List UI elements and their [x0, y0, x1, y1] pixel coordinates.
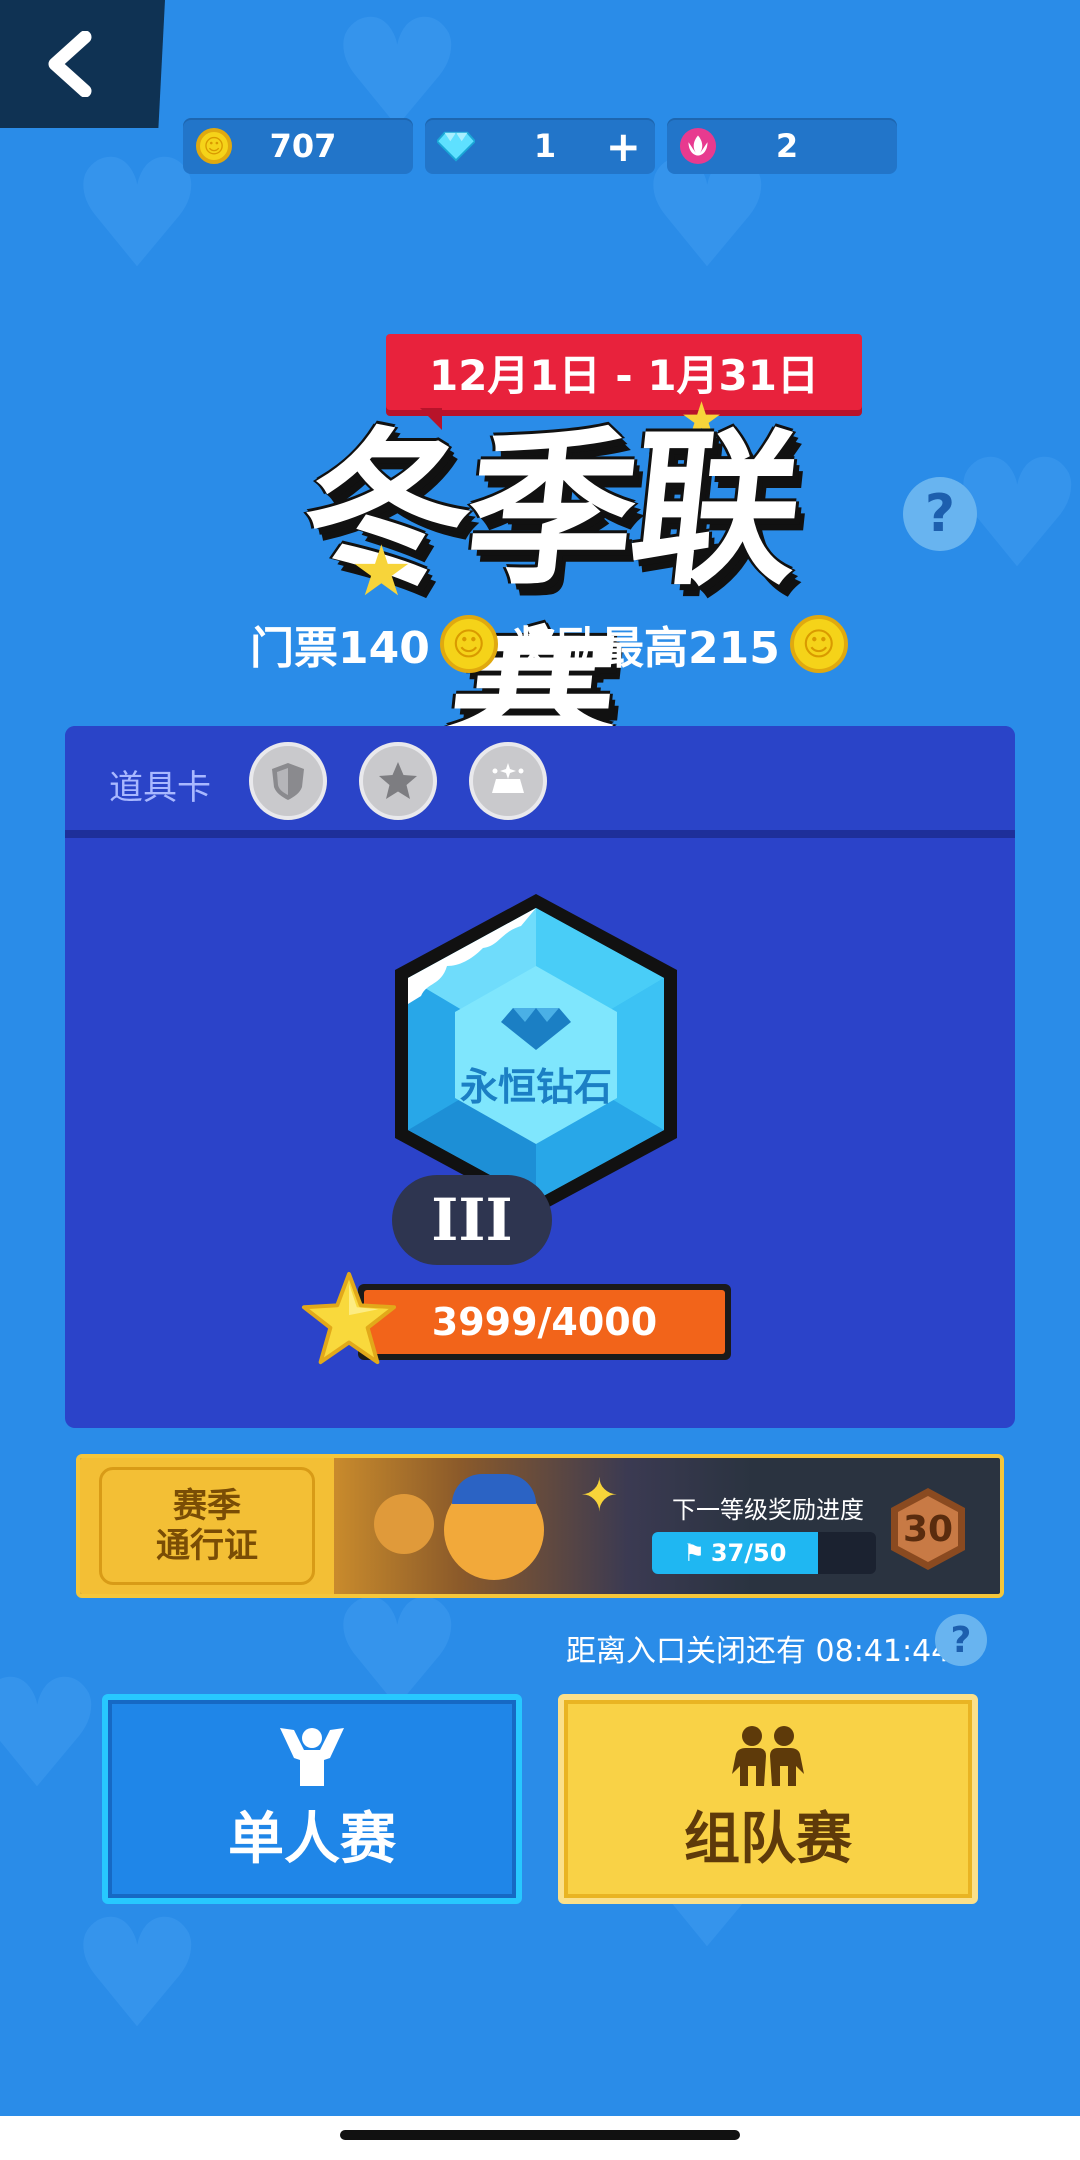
team-icon: [732, 1725, 804, 1786]
sparkle-icon: ✦: [580, 1468, 619, 1522]
season-pass-ticket: 赛季 通行证: [80, 1458, 334, 1594]
shield-card-button[interactable]: [249, 742, 327, 820]
heart-decoration: ♥: [0, 1648, 105, 1822]
diamond-icon: [437, 127, 475, 165]
pass-progress-bar: ⚑ 37/50: [652, 1532, 876, 1574]
season-pass-banner[interactable]: 赛季 通行证 ✦ 下一等级奖励进度 ⚑ 37/50 30: [76, 1454, 1004, 1598]
pass-level-number: 30: [902, 1508, 954, 1550]
rank-badge: 永恒钻石: [395, 894, 677, 1214]
max-reward: 奖励最高215: [512, 612, 848, 676]
star-card-button[interactable]: [359, 742, 437, 820]
back-button[interactable]: [0, 0, 165, 128]
flag-icon: ⚑: [683, 1539, 705, 1567]
character-face: [374, 1494, 434, 1554]
crown-sparkle-icon: [492, 763, 524, 793]
team-match-button[interactable]: 组队赛: [558, 1694, 978, 1904]
date-ribbon: 12月1日 - 1月31日: [386, 334, 862, 410]
coin-counter: 707: [183, 118, 413, 174]
star-icon: [379, 762, 417, 799]
prop-cards-bar: 道具卡: [65, 726, 1015, 838]
season-pass-line1: 赛季: [173, 1486, 241, 1526]
coin-amount: 707: [269, 127, 337, 165]
ticket-cost: 门票140: [250, 612, 498, 676]
heart-decoration: ♥: [70, 1888, 205, 2062]
rank-progress-bar: 3999/4000: [358, 1284, 731, 1360]
next-reward-label: 下一等级奖励进度: [672, 1496, 864, 1524]
coin-icon: [439, 615, 498, 673]
team-match-label: 组队赛: [684, 1806, 852, 1872]
season-pass-line2: 通行证: [156, 1526, 258, 1566]
pass-progress-fill: ⚑ 37/50: [652, 1532, 818, 1574]
shield-icon: [272, 763, 304, 800]
rank-tier: III: [392, 1175, 552, 1265]
flower-counter: 2: [667, 118, 897, 174]
rank-name: 永恒钻石: [460, 1065, 612, 1109]
prop-cards-label: 道具卡: [109, 768, 211, 808]
home-indicator[interactable]: [340, 2130, 740, 2140]
rank-progress-fill: 3999/4000: [364, 1290, 725, 1354]
crown-card-button[interactable]: [469, 742, 547, 820]
character-bandana: [452, 1474, 536, 1504]
solo-match-label: 单人赛: [228, 1806, 396, 1872]
sparkle-icon: ★: [350, 530, 413, 612]
star-icon: [301, 1271, 397, 1365]
flower-icon: [679, 127, 717, 165]
ticket-cost-label: 门票140: [250, 623, 430, 674]
coin-icon: [789, 615, 848, 673]
flower-amount: 2: [775, 127, 799, 165]
chevron-left-icon: [48, 31, 91, 97]
rank-progress-text: 3999/4000: [431, 1300, 658, 1344]
countdown-help-button[interactable]: ?: [935, 1614, 987, 1666]
pass-level-badge: 30: [888, 1486, 968, 1572]
pass-progress-text: 37/50: [710, 1539, 787, 1567]
person-cheer-icon: [280, 1727, 344, 1786]
event-title: 冬季联赛: [293, 412, 807, 808]
diamond-counter[interactable]: 1 +: [425, 118, 655, 174]
add-diamond-button[interactable]: +: [606, 122, 641, 171]
coin-icon: [195, 127, 233, 165]
event-help-button[interactable]: ?: [903, 477, 977, 551]
max-reward-label: 奖励最高215: [512, 623, 780, 674]
solo-match-button[interactable]: 单人赛: [102, 1694, 522, 1904]
entry-countdown: 距离入口关闭还有 08:41:44: [566, 1634, 951, 1669]
